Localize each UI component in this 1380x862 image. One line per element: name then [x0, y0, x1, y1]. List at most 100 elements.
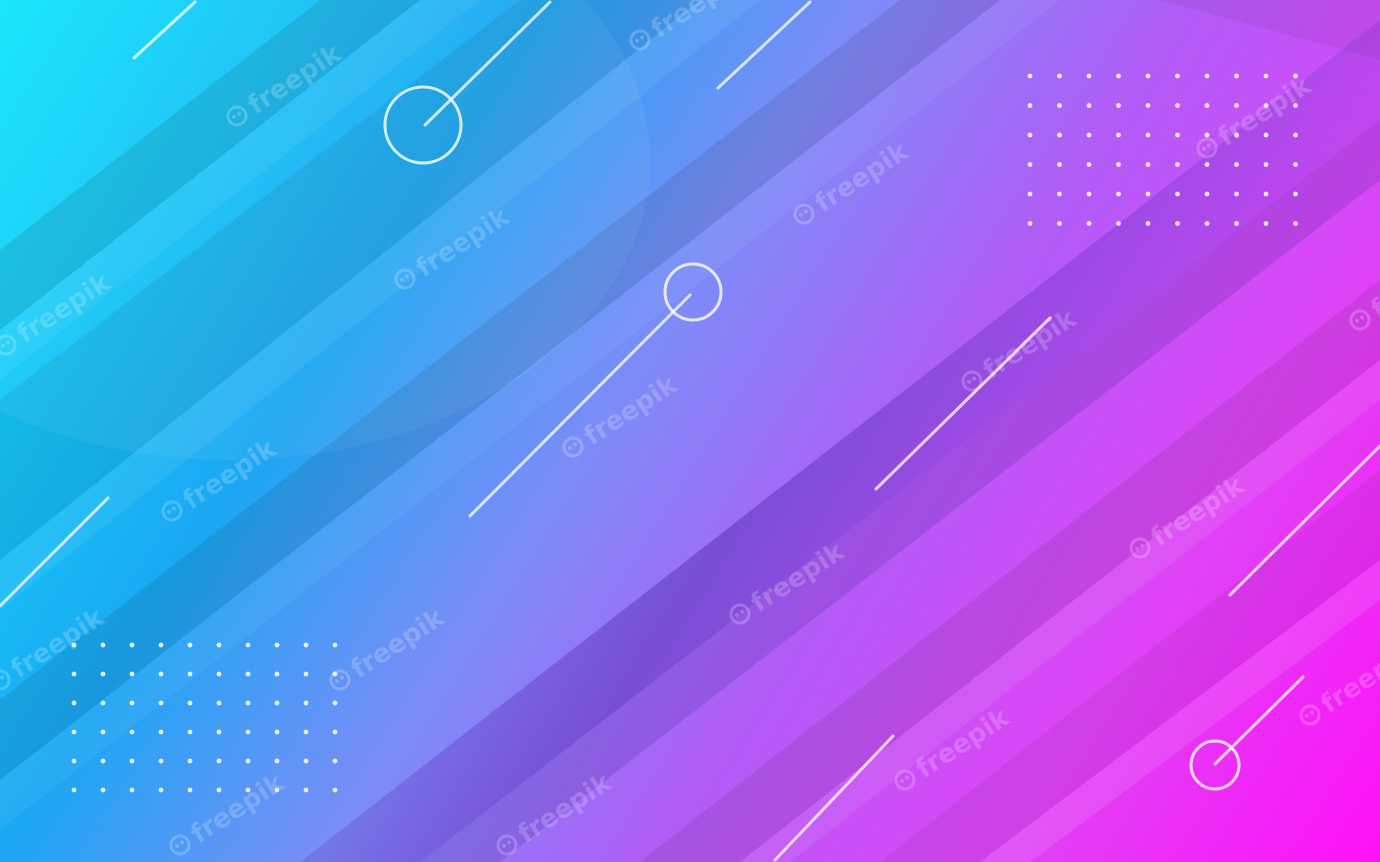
- grid-dot: [1116, 162, 1121, 167]
- grid-dot: [303, 642, 309, 648]
- grid-dot: [245, 642, 251, 648]
- grid-dot: [187, 729, 193, 735]
- grid-dot: [216, 758, 222, 764]
- grid-dot: [187, 787, 193, 793]
- grid-dot: [274, 642, 280, 648]
- grid-dot: [1116, 132, 1121, 138]
- grid-dot: [1145, 103, 1151, 108]
- grid-dot: [1027, 103, 1033, 108]
- grid-dot: [100, 758, 106, 764]
- grid-dot: [71, 787, 77, 793]
- grid-dot: [274, 729, 280, 735]
- grid-dot: [1234, 73, 1239, 79]
- grid-dot: [332, 787, 338, 793]
- grid-dot: [158, 787, 164, 793]
- grid-dot: [1116, 103, 1121, 108]
- grid-dot: [303, 787, 309, 793]
- grid-dot: [303, 700, 309, 706]
- grid-dot: [1145, 221, 1151, 226]
- grid-dot: [1145, 162, 1151, 167]
- grid-dot: [1086, 132, 1092, 138]
- grid-dot: [1263, 191, 1269, 197]
- grid-dot: [1086, 103, 1092, 108]
- grid-dot: [1175, 162, 1180, 167]
- grid-dot: [1234, 221, 1239, 226]
- grid-dot: [129, 729, 135, 735]
- grid-dot: [303, 729, 309, 735]
- grid-dot: [1057, 103, 1062, 108]
- grid-dot: [1263, 132, 1269, 138]
- grid-dot: [1175, 191, 1180, 197]
- grid-dot: [1086, 73, 1092, 79]
- grid-dot: [1204, 132, 1210, 138]
- grid-dot: [216, 729, 222, 735]
- grid-dot: [1086, 221, 1092, 226]
- grid-dot: [216, 700, 222, 706]
- grid-dot: [187, 642, 193, 648]
- grid-dot: [158, 729, 164, 735]
- grid-dot: [129, 700, 135, 706]
- grid-dot: [1057, 221, 1062, 226]
- grid-dot: [187, 700, 193, 706]
- grid-dot: [1116, 73, 1121, 79]
- grid-dot: [1086, 162, 1092, 167]
- grid-dot: [129, 642, 135, 648]
- grid-dot: [216, 642, 222, 648]
- grid-dot: [1263, 162, 1269, 167]
- grid-dot: [100, 787, 106, 793]
- grid-dot: [274, 671, 280, 677]
- grid-dot: [274, 758, 280, 764]
- grid-dot: [332, 758, 338, 764]
- grid-dot: [274, 700, 280, 706]
- grid-dot: [1293, 221, 1298, 226]
- grid-dot: [1057, 191, 1062, 197]
- grid-dot: [245, 758, 251, 764]
- grid-dot: [1293, 132, 1298, 138]
- grid-dot: [1234, 103, 1239, 108]
- grid-dot: [1027, 221, 1033, 226]
- grid-dot: [1027, 191, 1033, 197]
- grid-dot: [1204, 191, 1210, 197]
- grid-dot: [1175, 73, 1180, 79]
- grid-dot: [1027, 73, 1033, 79]
- grid-dot: [1057, 132, 1062, 138]
- grid-dot: [71, 671, 77, 677]
- grid-dot: [1234, 162, 1239, 167]
- grid-dot: [1204, 221, 1210, 226]
- grid-dot: [1175, 103, 1180, 108]
- grid-dot: [245, 729, 251, 735]
- grid-dot: [1293, 191, 1298, 197]
- grid-dot: [158, 671, 164, 677]
- grid-dot: [1204, 103, 1210, 108]
- grid-dot: [71, 758, 77, 764]
- artwork: freepik freepikfreepikfreepikfreepik freep…: [0, 0, 1380, 862]
- grid-dot: [100, 700, 106, 706]
- grid-dot: [187, 758, 193, 764]
- grid-dot: [332, 642, 338, 648]
- grid-dot: [1145, 73, 1151, 79]
- grid-dot: [1263, 221, 1269, 226]
- grid-dot: [1057, 73, 1062, 79]
- grid-dot: [245, 671, 251, 677]
- grid-dot: [245, 700, 251, 706]
- grid-dot: [100, 642, 106, 648]
- grid-dot: [1175, 132, 1180, 138]
- grid-dot: [1027, 162, 1033, 167]
- grid-dot: [129, 671, 135, 677]
- grid-dot: [1293, 162, 1298, 167]
- grid-dot: [100, 729, 106, 735]
- grid-dot: [158, 642, 164, 648]
- grid-dot: [1027, 132, 1033, 138]
- grid-dot: [129, 758, 135, 764]
- grid-dot: [187, 671, 193, 677]
- grid-dot: [71, 729, 77, 735]
- grid-dot: [1145, 191, 1151, 197]
- grid-dot: [1204, 73, 1210, 79]
- grid-dot: [1204, 162, 1210, 167]
- grid-dot: [303, 671, 309, 677]
- grid-dot: [332, 700, 338, 706]
- grid-dot: [1116, 191, 1121, 197]
- grid-dot: [158, 700, 164, 706]
- grid-dot: [1263, 73, 1269, 79]
- abstract-gradient-background: freepik freepik freepik freepik freepik freep…: [0, 0, 1380, 862]
